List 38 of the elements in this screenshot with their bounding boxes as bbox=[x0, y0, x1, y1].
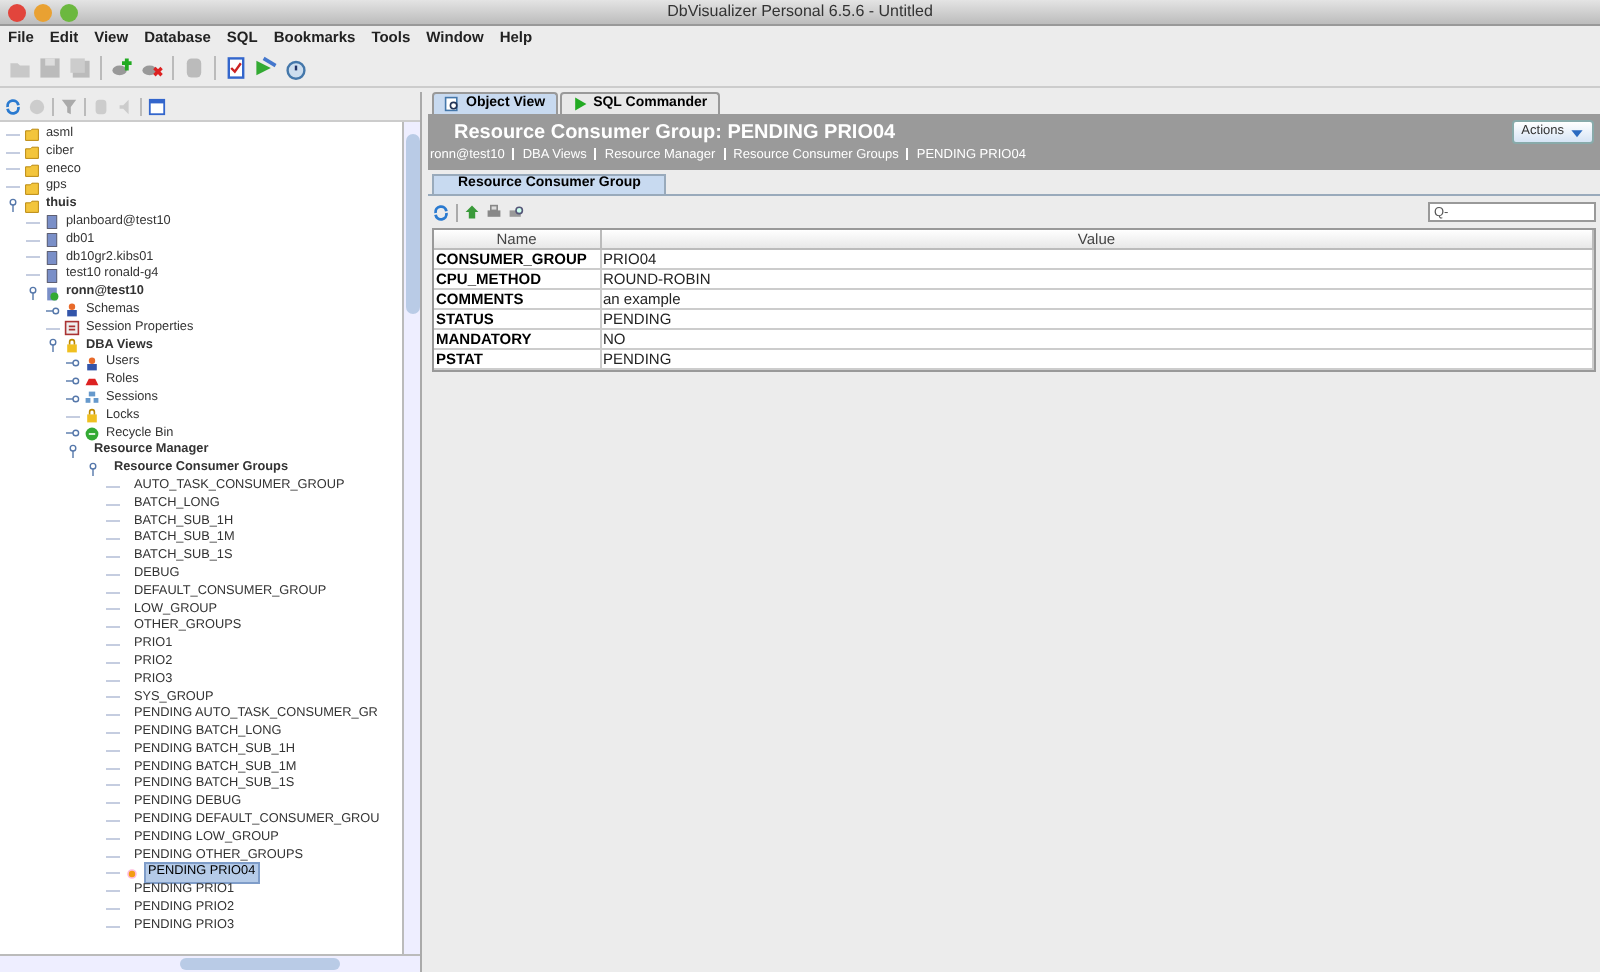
checklist-icon[interactable] bbox=[224, 56, 248, 80]
connect-icon[interactable] bbox=[110, 56, 134, 80]
collapsed-handle-icon[interactable] bbox=[46, 303, 60, 318]
window-title: DbVisualizer Personal 6.5.6 - Untitled bbox=[667, 0, 933, 24]
lock-icon bbox=[64, 337, 80, 354]
lock-icon bbox=[84, 408, 100, 425]
window-icon[interactable] bbox=[148, 97, 166, 115]
database-check-icon bbox=[44, 285, 60, 302]
expanded-handle-icon[interactable] bbox=[46, 338, 60, 353]
stopwatch-icon[interactable] bbox=[284, 56, 308, 80]
print-icon[interactable] bbox=[486, 204, 502, 220]
document-icon bbox=[64, 320, 80, 337]
print-preview-icon[interactable] bbox=[508, 204, 524, 220]
collapsed-handle-icon[interactable] bbox=[66, 374, 80, 389]
recycle-icon bbox=[84, 425, 100, 442]
caret-icon bbox=[1570, 125, 1584, 139]
dot-icon bbox=[124, 865, 140, 882]
expanded-handle-icon[interactable] bbox=[86, 462, 100, 477]
expanded-handle-icon[interactable] bbox=[26, 286, 40, 301]
horizontal-scrollbar[interactable] bbox=[0, 954, 420, 972]
object-view-icon bbox=[444, 96, 460, 112]
expanded-handle-icon[interactable] bbox=[66, 444, 80, 459]
collapsed-handle-icon[interactable] bbox=[66, 426, 80, 441]
person-icon bbox=[64, 302, 80, 319]
vertical-scrollbar[interactable] bbox=[402, 122, 420, 954]
network-icon bbox=[84, 390, 100, 407]
object-title: Resource Consumer Group: PENDING PRIO04 bbox=[452, 121, 896, 145]
person-icon bbox=[84, 355, 100, 372]
collapsed-handle-icon[interactable] bbox=[66, 391, 80, 406]
arrows-icon[interactable] bbox=[254, 56, 278, 80]
refresh-icon[interactable] bbox=[4, 97, 22, 115]
export-icon[interactable] bbox=[464, 204, 480, 220]
collapsed-handle-icon[interactable] bbox=[66, 356, 80, 371]
hat-icon bbox=[84, 373, 100, 390]
close-button[interactable] bbox=[8, 4, 26, 22]
refresh-icon[interactable] bbox=[432, 203, 450, 221]
expanded-handle-icon[interactable] bbox=[6, 198, 20, 213]
filter-icon[interactable] bbox=[60, 97, 78, 115]
